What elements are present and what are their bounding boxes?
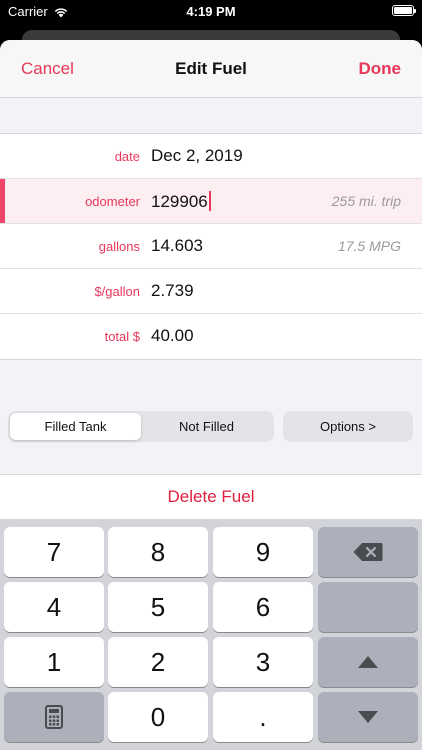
status-bar: Carrier 4:19 PM bbox=[0, 0, 422, 24]
battery-level bbox=[394, 7, 412, 14]
date-row[interactable]: date Dec 2, 2019 bbox=[0, 134, 422, 179]
delete-backward-icon bbox=[353, 543, 383, 561]
key-4[interactable]: 4 bbox=[4, 582, 104, 632]
battery-icon bbox=[392, 5, 416, 16]
gallons-row[interactable]: gallons 14.603 17.5 MPG bbox=[0, 224, 422, 269]
trip-distance: 255 mi. trip bbox=[331, 193, 401, 209]
done-button[interactable]: Done bbox=[359, 59, 402, 79]
numeric-keypad: 7 8 9 4 5 6 1 2 3 0 . bbox=[0, 520, 422, 750]
odometer-label: odometer bbox=[85, 194, 140, 209]
fill-segmented-control: Filled Tank Not Filled bbox=[8, 411, 274, 442]
key-1[interactable]: 1 bbox=[4, 637, 104, 687]
gallons-label: gallons bbox=[98, 239, 140, 254]
filled-tank-segment[interactable]: Filled Tank bbox=[10, 413, 141, 440]
gallons-value[interactable]: 14.603 bbox=[151, 236, 203, 256]
odometer-field[interactable]: 129906 bbox=[151, 191, 211, 212]
fuel-form: date Dec 2, 2019 odometer 129906 255 mi.… bbox=[0, 133, 422, 360]
key-3[interactable]: 3 bbox=[213, 637, 313, 687]
date-label: date bbox=[114, 149, 140, 164]
odometer-row[interactable]: odometer 129906 255 mi. trip bbox=[0, 179, 422, 224]
key-5[interactable]: 5 bbox=[108, 582, 208, 632]
odometer-value: 129906 bbox=[151, 192, 208, 211]
price-per-gallon-row[interactable]: $/gallon 2.739 bbox=[0, 269, 422, 314]
key-9[interactable]: 9 bbox=[213, 527, 313, 577]
key-7[interactable]: 7 bbox=[4, 527, 104, 577]
delete-key[interactable] bbox=[318, 527, 418, 577]
text-cursor bbox=[208, 191, 211, 211]
next-field-key[interactable] bbox=[318, 692, 418, 742]
navigation-bar: Cancel Edit Fuel Done bbox=[0, 40, 422, 98]
key-8[interactable]: 8 bbox=[108, 527, 208, 577]
options-button[interactable]: Options > bbox=[283, 411, 413, 442]
empty-key bbox=[318, 582, 418, 632]
price-per-gallon-value[interactable]: 2.739 bbox=[151, 281, 194, 301]
calculator-key[interactable] bbox=[4, 692, 104, 742]
total-row[interactable]: total $ 40.00 bbox=[0, 314, 422, 359]
mpg-value: 17.5 MPG bbox=[337, 238, 401, 254]
key-6[interactable]: 6 bbox=[213, 582, 313, 632]
delete-fuel-button[interactable]: Delete Fuel bbox=[0, 474, 422, 520]
not-filled-segment[interactable]: Not Filled bbox=[141, 413, 272, 440]
key-2[interactable]: 2 bbox=[108, 637, 208, 687]
key-decimal[interactable]: . bbox=[213, 692, 313, 742]
active-row-indicator bbox=[0, 179, 5, 223]
arrow-up-icon bbox=[358, 656, 378, 668]
total-label: total $ bbox=[104, 329, 140, 344]
fill-controls: Filled Tank Not Filled Options > bbox=[0, 411, 422, 443]
previous-field-key[interactable] bbox=[318, 637, 418, 687]
date-value[interactable]: Dec 2, 2019 bbox=[151, 146, 243, 166]
arrow-down-icon bbox=[358, 711, 378, 723]
calculator-icon bbox=[45, 705, 63, 729]
key-0[interactable]: 0 bbox=[108, 692, 208, 742]
status-time: 4:19 PM bbox=[186, 4, 236, 19]
price-per-gallon-label: $/gallon bbox=[94, 284, 140, 299]
total-value[interactable]: 40.00 bbox=[151, 326, 194, 346]
